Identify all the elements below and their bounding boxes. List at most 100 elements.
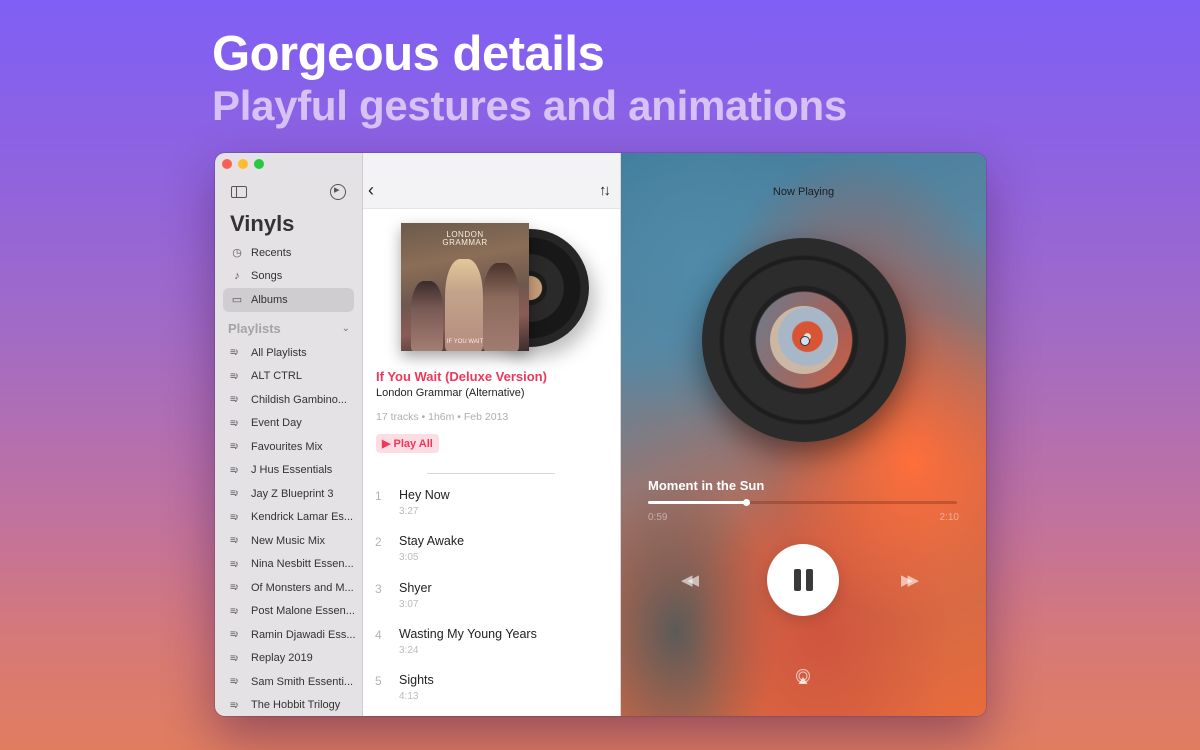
- play-all-button[interactable]: ▶ Play All: [376, 434, 439, 453]
- playlist-icon: ≡♪: [230, 676, 239, 688]
- zoom-window-button[interactable]: [254, 159, 264, 169]
- current-song-title: Moment in the Sun: [648, 478, 765, 493]
- minimize-window-button[interactable]: [238, 159, 248, 169]
- back-button[interactable]: ‹: [368, 181, 374, 199]
- playlist-icon: ≡♪: [230, 699, 239, 711]
- playlist-item[interactable]: ≡♪ New Music Mix: [223, 529, 356, 553]
- sidebar-item-albums[interactable]: ▭ Albums: [223, 288, 354, 312]
- playlist-icon: ≡♪: [230, 629, 239, 641]
- spinning-vinyl[interactable]: [702, 238, 906, 442]
- playlist-list: ≡♪ All Playlists ≡♪ ALT CTRL ≡♪ Childish Gamb…: [223, 341, 356, 716]
- now-playing-panel: Now Playing Moment in the Sun 0:59 2:10 …: [621, 153, 986, 716]
- track-row[interactable]: 2 Stay Awake 3:05: [363, 532, 620, 578]
- track-row[interactable]: 1 Hey Now 3:27: [363, 486, 620, 532]
- sort-button[interactable]: ↑↓: [599, 182, 611, 199]
- playlist-icon: ≡♪: [230, 652, 239, 664]
- playlist-item[interactable]: ≡♪ Post Malone Essen...: [223, 600, 356, 624]
- track-number: 3: [375, 581, 382, 596]
- clock-icon: ◷: [232, 247, 242, 260]
- cover-band-text: LONDON GRAMMAR: [442, 230, 488, 248]
- app-window: Vinyls ◷ Recents ♪ Songs ▭ Albums Playli…: [215, 153, 986, 716]
- chevron-down-icon[interactable]: ⌄: [342, 323, 350, 334]
- playlist-item[interactable]: ≡♪ Childish Gambino...: [223, 388, 356, 412]
- track-row[interactable]: 5 Sights 4:13: [363, 671, 620, 716]
- track-name: Wasting My Young Years: [399, 626, 537, 641]
- playlist-label: New Music Mix: [251, 534, 325, 547]
- playlists-section-header[interactable]: Playlists ⌄: [228, 321, 350, 336]
- playlist-icon: ≡♪: [230, 558, 239, 570]
- marketing-subheadline: Playful gestures and animations: [212, 82, 847, 129]
- album-cover: LONDON GRAMMAR IF YOU WAIT: [401, 223, 529, 351]
- progress-slider[interactable]: [648, 499, 957, 506]
- track-duration: 3:07: [399, 598, 419, 610]
- track-number: 4: [375, 627, 382, 642]
- now-playing-header: Now Playing: [772, 186, 835, 198]
- playlist-icon: ≡♪: [230, 441, 239, 453]
- album-artwork[interactable]: LONDON GRAMMAR IF YOU WAIT: [401, 223, 589, 353]
- playlist-item[interactable]: ≡♪ All Playlists: [223, 341, 356, 365]
- playlist-label: Childish Gambino...: [251, 393, 347, 406]
- marketing-headline: Gorgeous details: [212, 27, 605, 81]
- playlist-icon: ≡♪: [230, 464, 239, 476]
- vinyl-label-artwork: [770, 306, 838, 374]
- elapsed-time: 0:59: [648, 512, 668, 523]
- track-duration: 3:27: [399, 506, 419, 517]
- playlist-icon: ≡♪: [230, 347, 239, 359]
- playlist-item[interactable]: ≡♪ Kendrick Lamar Es...: [223, 506, 356, 530]
- album-detail: ‹ ↑↓ LONDON GRAMMAR IF YOU WAIT If You W…: [363, 153, 621, 716]
- playlist-item[interactable]: ≡♪ Favourites Mix: [223, 435, 356, 459]
- playlist-item[interactable]: ≡♪ Jay Z Blueprint 3: [223, 482, 356, 506]
- close-window-button[interactable]: [222, 159, 232, 169]
- airplay-icon[interactable]: [795, 669, 811, 685]
- playlist-label: The Hobbit Trilogy: [251, 699, 341, 712]
- settings-icon[interactable]: [330, 183, 346, 200]
- rewind-button[interactable]: ◀◀: [681, 571, 699, 589]
- playlist-item[interactable]: ≡♪ The Hobbit Trilogy: [223, 694, 356, 717]
- track-number: 1: [375, 489, 382, 503]
- playlist-label: Of Monsters and M...: [251, 581, 354, 594]
- playlist-item[interactable]: ≡♪ Nina Nesbitt Essen...: [223, 553, 356, 577]
- album-meta: 17 tracks • 1h6m • Feb 2013: [376, 411, 509, 423]
- divider: [427, 473, 555, 474]
- pause-button[interactable]: [767, 544, 839, 616]
- playlist-item[interactable]: ≡♪ Ramin Djawadi Ess...: [223, 623, 356, 647]
- playlist-label: Event Day: [251, 417, 302, 430]
- playlist-item[interactable]: ≡♪ Of Monsters and M...: [223, 576, 356, 600]
- playlist-icon: ≡♪: [230, 488, 239, 500]
- cover-figure: [483, 263, 519, 351]
- sidebar-item-recents[interactable]: ◷ Recents: [223, 241, 354, 265]
- progress-knob[interactable]: [743, 499, 751, 506]
- track-name: Sights: [399, 673, 434, 688]
- playlist-item[interactable]: ≡♪ Replay 2019: [223, 647, 356, 671]
- track-row[interactable]: 4 Wasting My Young Years 3:24: [363, 625, 620, 671]
- playlist-icon: ≡♪: [230, 511, 239, 523]
- playlist-icon: ≡♪: [230, 370, 239, 382]
- playlist-label: Ramin Djawadi Ess...: [251, 628, 356, 641]
- album-toolbar: ‹ ↑↓: [363, 153, 620, 209]
- album-artist[interactable]: London Grammar (Alternative): [376, 387, 525, 399]
- music-note-icon: ♪: [234, 270, 240, 283]
- cover-figure: [445, 259, 483, 351]
- playlist-item[interactable]: ≡♪ Event Day: [223, 412, 356, 436]
- playlist-label: Nina Nesbitt Essen...: [251, 558, 354, 571]
- playlists-header-label: Playlists: [228, 321, 281, 336]
- total-time: 2:10: [939, 512, 959, 523]
- playlist-item[interactable]: ≡♪ ALT CTRL: [223, 365, 356, 389]
- fast-forward-button[interactable]: ▶▶: [901, 571, 919, 589]
- track-number: 2: [375, 535, 382, 550]
- window-controls: [222, 159, 264, 169]
- playlist-item[interactable]: ≡♪ J Hus Essentials: [223, 459, 356, 483]
- playlist-label: J Hus Essentials: [251, 464, 333, 477]
- playlist-icon: ≡♪: [230, 417, 239, 429]
- playlist-item[interactable]: ≡♪ Sam Smith Essenti...: [223, 670, 356, 694]
- sidebar-item-songs[interactable]: ♪ Songs: [223, 265, 354, 289]
- pause-icon-bar: [805, 569, 813, 591]
- sidebar-toggle-icon[interactable]: [231, 186, 247, 198]
- sidebar-item-label: Songs: [251, 270, 283, 283]
- sidebar-item-label: Recents: [251, 246, 292, 259]
- album-title: If You Wait (Deluxe Version): [376, 369, 547, 384]
- track-duration: 3:24: [399, 644, 419, 656]
- playlist-label: Sam Smith Essenti...: [251, 675, 354, 688]
- track-row[interactable]: 3 Shyer 3:07: [363, 579, 620, 625]
- cover-title-text: IF YOU WAIT: [446, 339, 484, 345]
